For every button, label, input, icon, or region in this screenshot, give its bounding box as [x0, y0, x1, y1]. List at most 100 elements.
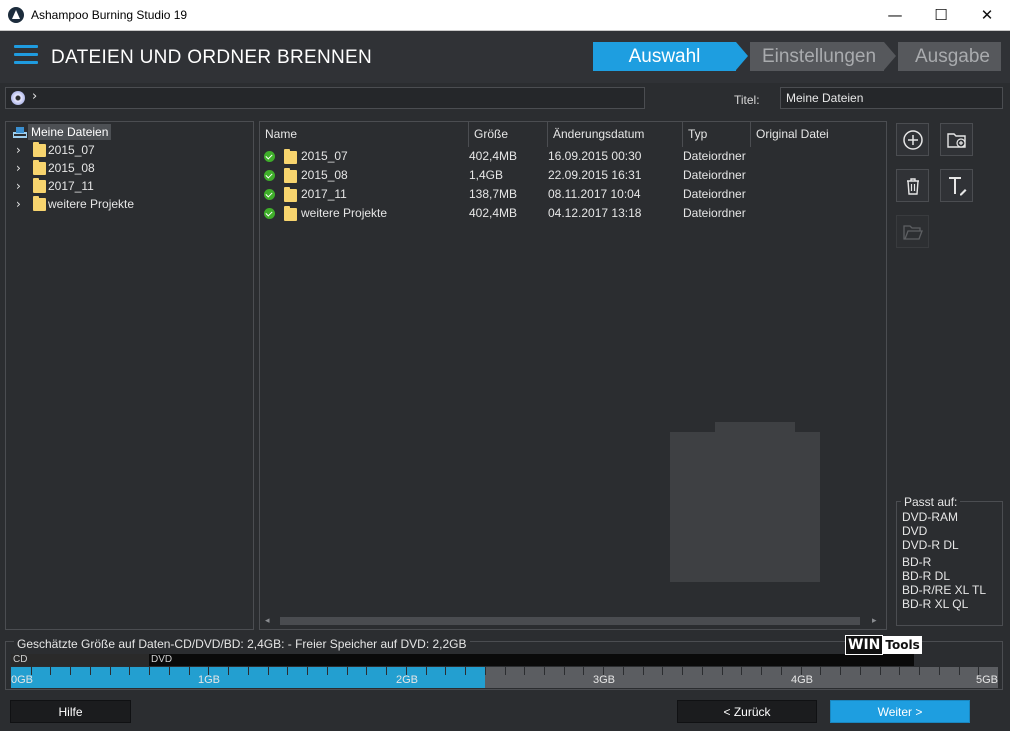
- cd-segment: [11, 654, 149, 666]
- scroll-right-icon[interactable]: ▸: [872, 613, 877, 629]
- column-header-size[interactable]: Größe: [469, 122, 548, 147]
- cell-name: 2017_11: [301, 187, 347, 201]
- fits-on-panel: Passt auf: DVD-RAM DVD DVD-R DL BD-R BD-…: [896, 495, 1003, 626]
- folder-icon: [33, 142, 46, 157]
- capacity-tick: [268, 667, 269, 675]
- capacity-tick: [169, 667, 170, 675]
- cell-date: 04.12.2017 13:18: [548, 206, 642, 220]
- tree-item-label: 2015_08: [48, 161, 95, 175]
- capacity-gb-label: 3GB: [593, 674, 616, 686]
- fits-on-item: DVD-R DL: [902, 538, 959, 552]
- close-button[interactable]: ✕: [964, 0, 1010, 31]
- capacity-tick: [702, 667, 703, 675]
- capacity-tick: [426, 667, 427, 675]
- capacity-gb-label: 0GB: [11, 674, 34, 686]
- cell-size: 402,4MB: [469, 206, 518, 220]
- tree-item[interactable]: › 2017_11: [6, 177, 253, 195]
- add-files-button[interactable]: [896, 123, 929, 156]
- scroll-left-icon[interactable]: ◂: [265, 613, 270, 629]
- back-button[interactable]: < Zurück: [677, 700, 817, 723]
- folder-tree[interactable]: Meine Dateien › 2015_07 › 2015_08 › 2017…: [5, 121, 254, 630]
- dvd-label: DVD: [151, 654, 173, 665]
- add-folder-button[interactable]: [940, 123, 973, 156]
- title-input[interactable]: [780, 87, 1003, 109]
- capacity-label: Geschätzte Größe auf Daten-CD/DVD/BD: 2,…: [14, 637, 470, 651]
- capacity-tick: [189, 667, 190, 675]
- horizontal-scrollbar[interactable]: ◂ ▸: [260, 613, 886, 629]
- capacity-tick: [820, 667, 821, 675]
- check-icon: [264, 151, 275, 162]
- file-list[interactable]: Name Größe Änderungsdatum Typ Original D…: [259, 121, 887, 630]
- cell-type: Dateiordner: [683, 187, 746, 201]
- column-header-type[interactable]: Typ: [683, 122, 751, 147]
- title-label: Titel:: [734, 93, 760, 107]
- step-einstellungen[interactable]: Einstellungen: [750, 42, 884, 71]
- capacity-tick: [445, 667, 446, 675]
- cell-date: 22.09.2015 16:31: [548, 168, 642, 182]
- table-row[interactable]: 2015_08 1,4GB 22.09.2015 16:31 Dateiordn…: [260, 166, 886, 185]
- help-button[interactable]: Hilfe: [10, 700, 131, 723]
- delete-button[interactable]: [896, 169, 929, 202]
- capacity-tick: [564, 667, 565, 675]
- step-ausgabe[interactable]: Ausgabe: [898, 42, 1001, 71]
- tree-item[interactable]: › weitere Projekte: [6, 195, 253, 213]
- tree-root-label[interactable]: Meine Dateien: [28, 124, 112, 140]
- chevron-right-icon[interactable]: ›: [16, 159, 21, 177]
- capacity-tick: [465, 667, 466, 675]
- chevron-right-icon[interactable]: ›: [16, 141, 21, 159]
- capacity-tick: [623, 667, 624, 675]
- capacity-tick: [505, 667, 506, 675]
- chevron-right-icon[interactable]: ›: [16, 195, 21, 213]
- check-icon: [264, 189, 275, 200]
- tree-root[interactable]: Meine Dateien: [6, 123, 253, 141]
- column-header-original[interactable]: Original Datei: [751, 122, 886, 147]
- capacity-tick: [741, 667, 742, 675]
- add-folder-icon: [947, 133, 966, 148]
- table-row[interactable]: weitere Projekte 402,4MB 04.12.2017 13:1…: [260, 204, 886, 223]
- maximize-button[interactable]: ☐: [918, 0, 964, 31]
- capacity-tick: [840, 667, 841, 675]
- computer-icon: [13, 127, 27, 138]
- capacity-tick: [544, 667, 545, 675]
- tree-item[interactable]: › 2015_07: [6, 141, 253, 159]
- table-row[interactable]: 2017_11 138,7MB 08.11.2017 10:04 Dateior…: [260, 185, 886, 204]
- cd-label: CD: [13, 654, 28, 665]
- path-breadcrumb[interactable]: ›: [5, 87, 645, 109]
- capacity-tick: [386, 667, 387, 675]
- scrollbar-thumb[interactable]: [280, 617, 860, 625]
- column-header-date[interactable]: Änderungsdatum: [548, 122, 683, 147]
- step-auswahl[interactable]: Auswahl: [593, 42, 736, 71]
- check-icon: [264, 208, 275, 219]
- trash-icon: [907, 178, 919, 195]
- capacity-tick: [307, 667, 308, 675]
- chevron-right-icon[interactable]: ›: [32, 89, 37, 104]
- capacity-tick: [781, 667, 782, 675]
- capacity-tick: [524, 667, 525, 675]
- disc-icon: [11, 91, 25, 105]
- capacity-tick: [860, 667, 861, 675]
- tree-item-label: 2017_11: [48, 179, 94, 193]
- app-logo-icon: [8, 7, 24, 23]
- minimize-button[interactable]: —: [872, 0, 918, 31]
- chevron-right-icon[interactable]: ›: [16, 177, 21, 195]
- hamburger-menu-icon[interactable]: [14, 45, 38, 65]
- capacity-tick: [880, 667, 881, 675]
- step-arrow: [884, 42, 896, 70]
- capacity-tick: [485, 667, 486, 675]
- next-button[interactable]: Weiter >: [830, 700, 970, 723]
- fits-on-item: BD-R XL QL: [902, 597, 969, 611]
- tree-item[interactable]: › 2015_08: [6, 159, 253, 177]
- add-icon: [903, 130, 923, 150]
- window-title: Ashampoo Burning Studio 19: [31, 8, 188, 22]
- table-row[interactable]: 2015_07 402,4MB 16.09.2015 00:30 Dateior…: [260, 147, 886, 166]
- folder-watermark-icon: [660, 422, 830, 582]
- fits-on-item: BD-R: [902, 555, 932, 569]
- folder-icon: [284, 206, 297, 221]
- check-icon: [264, 170, 275, 181]
- column-header-name[interactable]: Name: [260, 122, 469, 147]
- open-folder-button[interactable]: [896, 215, 929, 248]
- rename-button[interactable]: [940, 169, 973, 202]
- fits-on-item: BD-R/RE XL TL: [902, 583, 987, 597]
- capacity-tick: [248, 667, 249, 675]
- window-titlebar: Ashampoo Burning Studio 19 — ☐ ✕: [0, 0, 1010, 31]
